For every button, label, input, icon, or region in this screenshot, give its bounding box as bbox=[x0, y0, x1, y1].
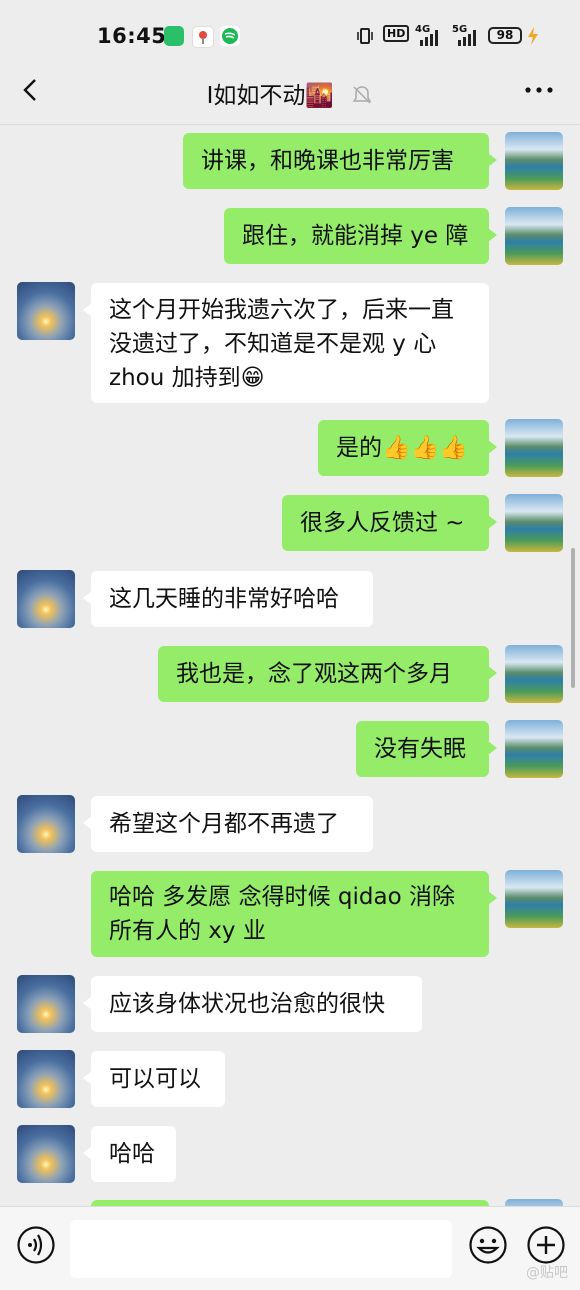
contact-avatar[interactable] bbox=[17, 1050, 75, 1108]
message-bubble-received[interactable]: 可以可以 bbox=[83, 1051, 225, 1107]
watermark: @贴吧 bbox=[526, 1265, 568, 1281]
add-more-button[interactable] bbox=[526, 1225, 566, 1265]
contact-avatar[interactable] bbox=[17, 795, 75, 853]
message-bubble-sent[interactable]: 很多人反馈过 ~ bbox=[282, 495, 497, 551]
vibrate-icon bbox=[356, 27, 374, 45]
my-avatar[interactable] bbox=[505, 645, 563, 703]
my-avatar[interactable] bbox=[505, 494, 563, 552]
more-options-button[interactable] bbox=[522, 80, 556, 100]
contact-avatar[interactable] bbox=[17, 282, 75, 340]
input-bar bbox=[0, 1206, 580, 1290]
chat-message-list[interactable]: 讲课，和晚课也非常厉害 跟住，就能消掉 ye 障 这个月开始我遗六次了，后来一直… bbox=[0, 124, 580, 1206]
message-bubble-sent[interactable]: 我也是，念了观这两个多月 bbox=[158, 646, 497, 702]
message-bubble-sent[interactable]: 讲课，和晚课也非常厉害 bbox=[183, 133, 497, 189]
message-bubble-received[interactable]: 这个月开始我遗六次了，后来一直 没遗过了，不知道是不是观 y 心 zhou 加持… bbox=[83, 283, 489, 403]
contact-avatar[interactable] bbox=[17, 1125, 75, 1183]
chat-scrollbar[interactable] bbox=[571, 548, 575, 688]
message-bubble-received[interactable]: 希望这个月都不再遗了 bbox=[83, 796, 373, 852]
contact-avatar[interactable] bbox=[17, 570, 75, 628]
message-input[interactable] bbox=[70, 1220, 452, 1278]
signal-icon-2 bbox=[458, 30, 480, 50]
message-bubble-received[interactable]: 哈哈 bbox=[83, 1126, 176, 1182]
charging-icon bbox=[527, 27, 539, 49]
chat-header: I如如不动🌇 bbox=[0, 56, 580, 125]
battery-saver-icon bbox=[164, 26, 184, 46]
message-bubble-sent[interactable]: 没有失眠 bbox=[356, 721, 497, 777]
message-bubble-sent[interactable]: 跟住，就能消掉 ye 障 bbox=[224, 208, 497, 264]
chat-title-text: I如如不动🌇 bbox=[206, 83, 335, 109]
my-avatar[interactable] bbox=[505, 207, 563, 265]
map-pin-icon bbox=[192, 26, 214, 48]
contact-avatar[interactable] bbox=[17, 975, 75, 1033]
music-app-icon bbox=[220, 26, 240, 46]
emoji-icon bbox=[469, 1226, 507, 1264]
my-avatar[interactable] bbox=[505, 1199, 563, 1206]
status-time: 16:45 bbox=[97, 24, 167, 48]
signal-icon-1 bbox=[420, 30, 442, 50]
my-avatar[interactable] bbox=[505, 870, 563, 928]
more-dots-icon bbox=[525, 87, 553, 93]
message-bubble-received[interactable]: 这几天睡的非常好哈哈 bbox=[83, 571, 373, 627]
my-avatar[interactable] bbox=[505, 419, 563, 477]
my-avatar[interactable] bbox=[505, 132, 563, 190]
message-bubble-sent[interactable]: 哈哈 多发愿 念得时候 qidao 消除 所有人的 xy 业 bbox=[91, 871, 497, 957]
plus-icon bbox=[527, 1226, 565, 1264]
battery-indicator: 98 bbox=[488, 27, 522, 44]
hd-badge: HD bbox=[383, 25, 410, 42]
my-avatar[interactable] bbox=[505, 720, 563, 778]
voice-icon bbox=[17, 1226, 55, 1264]
voice-input-button[interactable] bbox=[16, 1225, 56, 1265]
chat-title: I如如不动🌇 bbox=[0, 76, 580, 110]
message-bubble-sent[interactable]: 是的👍👍👍 bbox=[318, 420, 497, 476]
message-bubble-received[interactable]: 应该身体状况也治愈的很快 bbox=[83, 976, 422, 1032]
muted-bell-icon bbox=[352, 86, 372, 104]
emoji-button[interactable] bbox=[468, 1225, 508, 1265]
